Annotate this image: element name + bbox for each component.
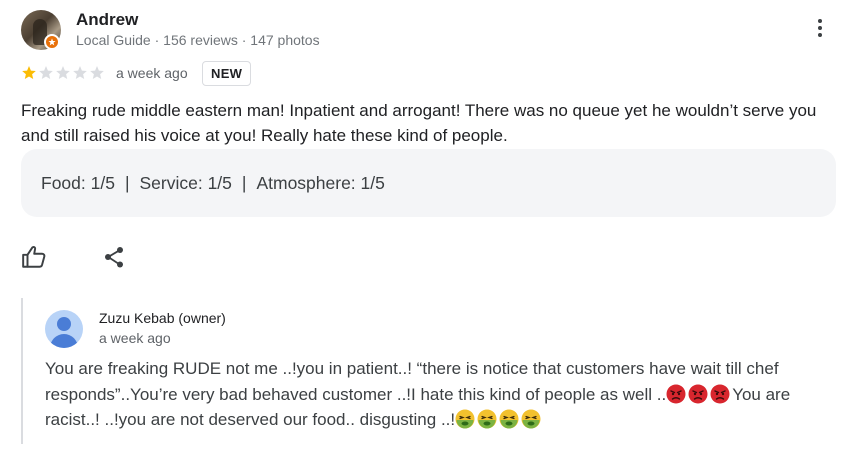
like-button[interactable] bbox=[21, 244, 47, 270]
local-guide-star-icon bbox=[48, 38, 56, 46]
person-icon-head bbox=[57, 317, 71, 331]
person-icon-body bbox=[50, 334, 78, 348]
sub-ratings: Food: 1/5 | Service: 1/5 | Atmosphere: 1… bbox=[21, 149, 836, 217]
share-icon bbox=[105, 247, 123, 268]
reviewer-meta: Local Guide · 156 reviews · 147 photos bbox=[76, 32, 320, 48]
star-rating bbox=[21, 65, 105, 81]
rating-separator: | bbox=[241, 172, 247, 193]
star-empty-icon bbox=[56, 66, 70, 79]
share-button[interactable] bbox=[102, 244, 126, 270]
nauseated-face-icon bbox=[521, 409, 541, 429]
more-vert-icon-dot bbox=[818, 19, 822, 23]
owner-reply-text: You are freaking RUDE not me ..!you in p… bbox=[45, 356, 835, 433]
owner-reply: Zuzu Kebab (owner) a week ago You are fr… bbox=[21, 298, 841, 444]
owner-avatar bbox=[45, 310, 83, 348]
atmosphere-rating: Atmosphere: 1/5 bbox=[256, 172, 385, 193]
reviewer-name[interactable]: Andrew bbox=[76, 10, 138, 30]
more-vert-icon-dot bbox=[818, 33, 822, 37]
star-empty-icon bbox=[90, 66, 104, 79]
more-options-button[interactable] bbox=[808, 16, 832, 40]
review-time: a week ago bbox=[116, 65, 188, 81]
new-badge: NEW bbox=[202, 61, 252, 86]
angry-face-icon bbox=[688, 384, 708, 404]
nauseated-face-icon bbox=[477, 409, 497, 429]
star-filled-icon bbox=[22, 66, 36, 79]
more-vert-icon-dot bbox=[818, 26, 822, 30]
thumbs-up-icon bbox=[22, 246, 46, 268]
rating-separator: | bbox=[124, 172, 130, 193]
owner-name: Zuzu Kebab (owner) bbox=[99, 310, 226, 326]
review-text: Freaking rude middle eastern man! Inpati… bbox=[21, 101, 817, 145]
nauseated-face-icon bbox=[499, 409, 519, 429]
owner-reply-time: a week ago bbox=[99, 330, 171, 346]
angry-face-icon bbox=[710, 384, 730, 404]
nauseated-face-icon bbox=[455, 409, 475, 429]
food-rating: Food: 1/5 bbox=[41, 172, 115, 193]
star-empty-icon bbox=[39, 66, 53, 79]
angry-face-icon bbox=[666, 384, 686, 404]
star-empty-icon bbox=[73, 66, 87, 79]
service-rating: Service: 1/5 bbox=[139, 172, 232, 193]
local-guide-badge-icon bbox=[44, 34, 60, 50]
